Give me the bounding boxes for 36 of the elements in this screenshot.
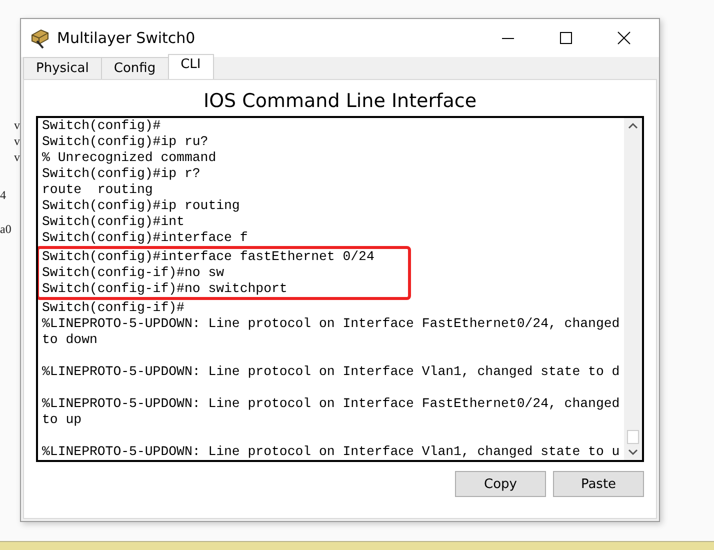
background-text: a0 — [0, 222, 12, 237]
terminal-line: route routing — [42, 182, 154, 198]
terminal-line: Switch(config-if)# — [42, 300, 186, 316]
terminal-line: Switch(config)#interface fastEthernet 0/24 — [42, 249, 376, 265]
terminal-line: Switch(config)#ip r? — [42, 166, 202, 182]
terminal-line: Switch(config)#interface f — [42, 230, 249, 246]
terminal-line: Switch(config)# — [42, 118, 162, 134]
terminal-line: Switch(config-if)#no switchport — [42, 281, 288, 297]
scrollbar[interactable] — [624, 118, 642, 460]
switch-icon — [29, 27, 51, 49]
terminal-line: %LINEPROTO-5-UPDOWN: Line protocol on Interface Vlan1, changed state to d — [42, 364, 621, 380]
scroll-up-icon[interactable] — [628, 122, 638, 130]
action-button[interactable]: Paste — [553, 471, 644, 497]
terminal-line: Switch(config)#ip ru? — [42, 134, 210, 150]
terminal-line: to up — [42, 412, 83, 428]
tab[interactable]: Physical — [23, 57, 102, 79]
terminal-line: %LINEPROTO-5-UPDOWN: Line protocol on Interface FastEthernet0/24, changed — [42, 316, 621, 332]
window-title: Multilayer Switch0 — [57, 29, 196, 47]
terminal-line: % Unrecognized command — [42, 150, 218, 166]
background-text: v — [14, 118, 20, 133]
scroll-thumb[interactable] — [627, 430, 639, 444]
panel-heading: IOS Command Line Interface — [202, 90, 478, 112]
close-icon — [617, 31, 631, 45]
maximize-icon — [559, 31, 573, 45]
background-text: v — [14, 134, 20, 149]
terminal-line: Switch(config)#ip routing — [42, 198, 241, 214]
terminal-line: %LINEPROTO-5-UPDOWN: Line protocol on Interface FastEthernet0/24, changed — [42, 396, 621, 412]
action-button[interactable]: Copy — [455, 471, 546, 497]
tab[interactable]: CLI — [168, 54, 214, 79]
terminal-line: Switch(config-if)#no sw — [42, 265, 226, 281]
background-text: 4 — [0, 188, 6, 203]
scroll-down-icon[interactable] — [628, 448, 638, 456]
terminal-line: to down — [42, 332, 98, 348]
terminal-line: %LINEPROTO-5-UPDOWN: Line protocol on Interface Vlan1, changed state to u — [42, 444, 621, 460]
background-text: v — [14, 150, 20, 165]
terminal-line: Switch(config)#int — [42, 214, 186, 230]
